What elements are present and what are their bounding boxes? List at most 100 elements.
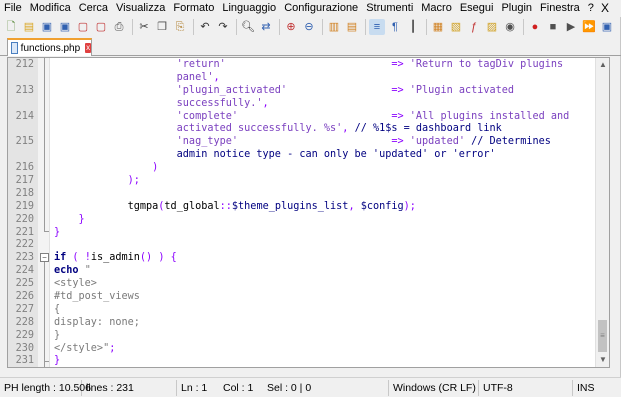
open-file-icon[interactable]: ▤ <box>21 19 37 35</box>
show-all-chars-icon[interactable]: ¶ <box>387 19 403 35</box>
line-number: 217 <box>15 175 34 187</box>
code-text: ); <box>54 175 140 187</box>
code-line: successfully.', <box>8 98 596 111</box>
find-icon[interactable]: 🔍︎ <box>240 19 256 35</box>
code-text: } <box>54 226 61 238</box>
line-number: 228 <box>15 316 34 328</box>
line-number: 213 <box>15 84 34 96</box>
monitoring-icon[interactable]: ◉ <box>502 19 518 35</box>
redo-icon[interactable]: ↷ <box>215 19 231 35</box>
status-encoding[interactable]: UTF-8 <box>479 379 573 396</box>
code-line: 229} <box>8 330 596 343</box>
code-text: </style>"; <box>54 342 116 354</box>
tab-close-icon[interactable]: x <box>85 43 91 53</box>
save-all-icon[interactable]: ▣ <box>57 19 73 35</box>
save-icon[interactable]: ▣ <box>39 19 55 35</box>
close-document-button[interactable]: X <box>601 0 609 17</box>
menu-bar: File Modifica Cerca Visualizza Formato L… <box>0 0 621 17</box>
code-line: 213 'plugin_activated' => 'Plugin activa… <box>8 85 596 98</box>
code-line: 227 { <box>8 304 596 317</box>
doc-map-icon[interactable]: ▧ <box>448 19 464 35</box>
close-file-icon[interactable]: ▢ <box>75 19 91 35</box>
menu-file[interactable]: File <box>0 0 26 17</box>
zoom-out-icon[interactable]: ⊖ <box>301 19 317 35</box>
stop-macro-icon[interactable]: ■ <box>545 19 561 35</box>
code-text: activated successfully. %s', // %1$s = d… <box>54 123 502 135</box>
code-text: } <box>54 355 61 367</box>
status-length: PH length : 10.506 <box>0 379 91 396</box>
sync-vertical-icon[interactable]: ▥ <box>326 19 342 35</box>
tab-functions-php[interactable]: functions.php x <box>7 38 92 56</box>
menu-finestra[interactable]: Finestra <box>536 0 584 17</box>
close-all-icon[interactable]: ▢ <box>93 19 109 35</box>
folder-workspace-icon[interactable]: ▨ <box>484 19 500 35</box>
menu-macro[interactable]: Macro <box>417 0 456 17</box>
menu-formato[interactable]: Formato <box>169 0 218 17</box>
line-number: 219 <box>15 200 34 212</box>
notepadpp-window: File Modifica Cerca Visualizza Formato L… <box>0 0 621 397</box>
menu-help[interactable]: ? <box>584 0 598 17</box>
line-number: 230 <box>15 342 34 354</box>
new-file-icon[interactable]: 🗋 <box>3 19 19 35</box>
undo-icon[interactable]: ↶ <box>197 19 213 35</box>
code-text: if ( !is_admin() ) { <box>54 252 177 264</box>
run-macro-multiple-icon[interactable]: ⏩ <box>581 19 597 35</box>
zoom-in-icon[interactable]: ⊕ <box>283 19 299 35</box>
scroll-up-icon[interactable]: ▲ <box>596 58 609 72</box>
code-text: { <box>54 303 61 315</box>
code-line: 224 echo " <box>8 265 596 278</box>
menu-strumenti[interactable]: Strumenti <box>362 0 417 17</box>
code-text: echo " <box>54 265 91 277</box>
line-number: 212 <box>15 59 34 70</box>
toolbar-separator <box>523 19 524 35</box>
code-text: ) <box>54 162 159 174</box>
language-icon[interactable]: ▦ <box>430 19 446 35</box>
line-number: 222 <box>15 239 34 251</box>
toolbar-separator <box>279 19 280 35</box>
menu-linguaggio[interactable]: Linguaggio <box>218 0 280 17</box>
print-icon[interactable]: ⎙ <box>111 19 127 35</box>
code-text: panel', <box>54 71 220 83</box>
code-line: 230 </style>"; <box>8 343 596 356</box>
menu-visualizza[interactable]: Visualizza <box>112 0 169 17</box>
menu-configurazione[interactable]: Configurazione <box>280 0 362 17</box>
code-editor[interactable]: − 212 'return' => 'Return to tagDiv plug… <box>7 57 610 368</box>
line-number: 227 <box>15 303 34 315</box>
line-number: 220 <box>15 213 34 225</box>
cut-icon[interactable]: ✂ <box>136 19 152 35</box>
vertical-scrollbar[interactable]: ▲ ≡ ▼ <box>595 58 609 367</box>
code-line: 219 tgmpa(td_global::$theme_plugins_list… <box>8 201 596 214</box>
play-macro-icon[interactable]: ▶ <box>563 19 579 35</box>
indent-guide-icon[interactable]: ┃ <box>405 19 421 35</box>
tab-bar: functions.php x <box>0 37 621 56</box>
function-list-icon[interactable]: ƒ <box>466 19 482 35</box>
record-macro-icon[interactable]: ● <box>527 19 543 35</box>
paste-icon[interactable]: ⎘ <box>172 19 188 35</box>
line-number: 225 <box>15 278 34 290</box>
scrollbar-grip-icon: ≡ <box>600 331 605 340</box>
scroll-down-icon[interactable]: ▼ <box>596 353 609 367</box>
replace-icon[interactable]: ⇄ <box>258 19 274 35</box>
menu-plugin[interactable]: Plugin <box>497 0 536 17</box>
code-line: 215 'nag_type' => 'updated' // Determine… <box>8 136 596 149</box>
menu-esegui[interactable]: Esegui <box>456 0 498 17</box>
toolbar-separator <box>426 19 427 35</box>
code-line: admin notice type - can only be 'updated… <box>8 149 596 162</box>
code-text: 'return' => 'Return to tagDiv plugins <box>54 59 564 70</box>
save-macro-icon[interactable]: ▣ <box>599 19 615 35</box>
menu-modifica[interactable]: Modifica <box>26 0 75 17</box>
code-line: 221} <box>8 227 596 240</box>
copy-icon[interactable]: ❐ <box>154 19 170 35</box>
code-line: 228 display: none; <box>8 317 596 330</box>
menu-cerca[interactable]: Cerca <box>75 0 112 17</box>
word-wrap-icon[interactable]: ≡ <box>369 19 385 35</box>
code-line: 231} <box>8 355 596 367</box>
code-line: 220 } <box>8 214 596 227</box>
sync-horizontal-icon[interactable]: ▤ <box>344 19 360 35</box>
tab-label: functions.php <box>20 42 81 54</box>
toolbar-separator <box>365 19 366 35</box>
toolbar: 🗋 ▤ ▣ ▣ ▢ ▢ ⎙ ✂ ❐ ⎘ ↶ ↷ 🔍︎ ⇄ ⊕ ⊖ ▥ ▤ ≡ ¶… <box>0 17 621 37</box>
status-lines: lines : 231 <box>82 379 177 396</box>
code-text: 'plugin_activated' => 'Plugin activated <box>54 84 515 96</box>
status-eol[interactable]: Windows (CR LF) <box>389 379 479 396</box>
